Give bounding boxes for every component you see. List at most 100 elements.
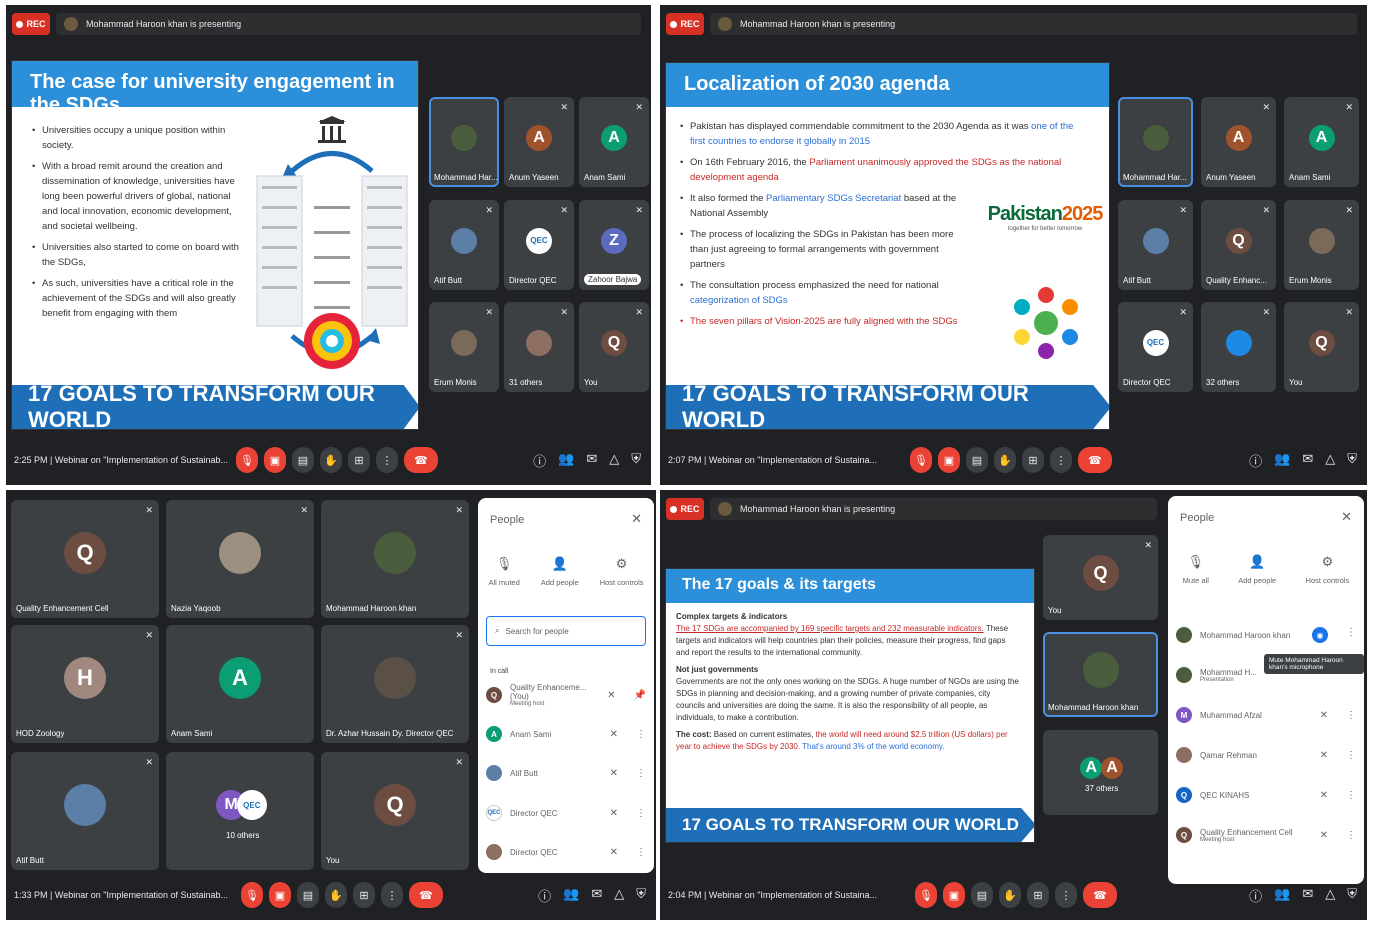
close-icon[interactable]: ✕ bbox=[631, 511, 642, 527]
raise-hand-button[interactable]: ✋ bbox=[320, 447, 342, 473]
camera-off-button[interactable]: ▣ bbox=[938, 447, 960, 473]
more-icon[interactable]: ⋮ bbox=[636, 808, 646, 819]
host-controls-icon[interactable]: ⛨ bbox=[1347, 451, 1357, 470]
participant-tile[interactable]: ✕ 32 others bbox=[1201, 302, 1276, 392]
activities-icon[interactable]: △ bbox=[1325, 886, 1335, 905]
mic-off-button[interactable]: 🎙 bbox=[241, 882, 263, 908]
participant-row[interactable]: A Anam Sami ✕ ⋮ bbox=[486, 723, 646, 745]
participant-row[interactable]: QEC Director QEC ✕ ⋮ bbox=[486, 802, 646, 824]
participant-tile[interactable]: Mohammad Har... bbox=[429, 97, 499, 187]
present-button[interactable]: ⊞ bbox=[348, 447, 370, 473]
pin-icon[interactable]: 📌 bbox=[634, 690, 646, 701]
more-icon[interactable]: ⋮ bbox=[1346, 627, 1356, 643]
mute-all-button[interactable]: 🎙 Mute all bbox=[1183, 554, 1209, 585]
activities-icon[interactable]: △ bbox=[614, 886, 624, 905]
presenting-banner[interactable]: Mohammad Haroon khan is presenting bbox=[710, 498, 1157, 520]
participant-tile[interactable]: ✕ Q You bbox=[1043, 535, 1158, 620]
participant-tile[interactable]: ✕ Q You bbox=[321, 752, 469, 870]
host-controls-icon[interactable]: ⛨ bbox=[631, 451, 641, 470]
participant-tile[interactable]: ✕ Atif Butt bbox=[429, 200, 499, 290]
participant-tile[interactable]: ✕ Erum Monis bbox=[429, 302, 499, 392]
captions-button[interactable]: ▤ bbox=[966, 447, 988, 473]
search-input[interactable]: ⌕ Search for people bbox=[486, 616, 646, 646]
mic-off-button[interactable]: 🎙 bbox=[236, 447, 258, 473]
audio-level-icon[interactable]: ◉ bbox=[1312, 627, 1328, 643]
mic-off-button[interactable]: 🎙 bbox=[915, 882, 937, 908]
leave-call-button[interactable]: ☎ bbox=[409, 882, 443, 908]
more-icon[interactable]: ⋮ bbox=[1346, 710, 1356, 721]
present-button[interactable]: ⊞ bbox=[1027, 882, 1049, 908]
participant-tile[interactable]: ✕ Z Zahoor Bajwa bbox=[579, 200, 649, 290]
participant-tile[interactable]: A A 37 others bbox=[1043, 730, 1158, 815]
camera-off-button[interactable]: ▣ bbox=[943, 882, 965, 908]
raise-hand-button[interactable]: ✋ bbox=[999, 882, 1021, 908]
leave-call-button[interactable]: ☎ bbox=[1083, 882, 1117, 908]
more-options-button[interactable]: ⋮ bbox=[1055, 882, 1077, 908]
chat-icon[interactable]: ✉ bbox=[1302, 886, 1313, 905]
participant-tile[interactable]: ✕ A Anam Sami bbox=[1284, 97, 1359, 187]
participant-tile[interactable]: ✕ Atif Butt bbox=[11, 752, 159, 870]
people-icon[interactable]: 👥 bbox=[1274, 451, 1290, 470]
chat-icon[interactable]: ✉ bbox=[1302, 451, 1313, 470]
info-icon[interactable]: ⓘ bbox=[533, 451, 546, 470]
more-icon[interactable]: ⋮ bbox=[636, 768, 646, 779]
presenting-banner[interactable]: Mohammad Haroon khan is presenting bbox=[56, 13, 641, 35]
participant-row[interactable]: Q Quality Enhancement Cell Meeting host ✕ ⋮ bbox=[1176, 824, 1356, 846]
more-icon[interactable]: ⋮ bbox=[1346, 830, 1356, 841]
participant-tile[interactable]: A Anam Sami bbox=[166, 625, 314, 743]
participant-row[interactable]: Mohammad Haroon khan ◉ ⋮ bbox=[1176, 624, 1356, 646]
host-controls-button[interactable]: ⚙ Host controls bbox=[1306, 554, 1350, 585]
participant-tile[interactable]: ✕ A Anum Yaseen bbox=[1201, 97, 1276, 187]
present-button[interactable]: ⊞ bbox=[1022, 447, 1044, 473]
participant-row[interactable]: M Muhammad Afzal ✕ ⋮ bbox=[1176, 704, 1356, 726]
participant-row[interactable]: Qamar Rehman ✕ ⋮ bbox=[1176, 744, 1356, 766]
camera-off-button[interactable]: ▣ bbox=[264, 447, 286, 473]
raise-hand-button[interactable]: ✋ bbox=[325, 882, 347, 908]
participant-tile[interactable]: ✕ A Anam Sami bbox=[579, 97, 649, 187]
leave-call-button[interactable]: ☎ bbox=[404, 447, 438, 473]
more-icon[interactable]: ⋮ bbox=[1346, 790, 1356, 801]
captions-button[interactable]: ▤ bbox=[297, 882, 319, 908]
people-icon[interactable]: 👥 bbox=[1274, 886, 1290, 905]
participant-tile[interactable]: ✕ Q You bbox=[579, 302, 649, 392]
people-icon[interactable]: 👥 bbox=[563, 886, 579, 905]
raise-hand-button[interactable]: ✋ bbox=[994, 447, 1016, 473]
host-controls-icon[interactable]: ⛨ bbox=[1347, 886, 1357, 905]
participant-tile[interactable]: ✕ H HOD Zoology bbox=[11, 625, 159, 743]
participant-tile[interactable]: ✕ Erum Monis bbox=[1284, 200, 1359, 290]
more-options-button[interactable]: ⋮ bbox=[376, 447, 398, 473]
more-icon[interactable]: ⋮ bbox=[636, 729, 646, 740]
participant-tile[interactable]: Mohammad Har... bbox=[1118, 97, 1193, 187]
participant-tile[interactable]: ✕ Dr. Azhar Hussain Dy. Director QEC bbox=[321, 625, 469, 743]
participant-tile[interactable]: ✕ Q Quality Enhancement Cell bbox=[11, 500, 159, 618]
more-icon[interactable]: ⋮ bbox=[1346, 750, 1356, 761]
participant-tile[interactable]: ✕ Q You bbox=[1284, 302, 1359, 392]
info-icon[interactable]: ⓘ bbox=[1249, 886, 1262, 905]
info-icon[interactable]: ⓘ bbox=[1249, 451, 1262, 470]
participant-row[interactable]: Director QEC ✕ ⋮ bbox=[486, 841, 646, 863]
participant-tile[interactable]: ✕ Mohammad Haroon khan bbox=[321, 500, 469, 618]
captions-button[interactable]: ▤ bbox=[971, 882, 993, 908]
add-people-button[interactable]: 👤 Add people bbox=[1238, 554, 1276, 585]
close-icon[interactable]: ✕ bbox=[1341, 509, 1352, 525]
participant-tile[interactable]: ✕ QEC Director QEC bbox=[1118, 302, 1193, 392]
captions-button[interactable]: ▤ bbox=[292, 447, 314, 473]
participant-row[interactable]: Atif Butt ✕ ⋮ bbox=[486, 762, 646, 784]
more-options-button[interactable]: ⋮ bbox=[381, 882, 403, 908]
present-button[interactable]: ⊞ bbox=[353, 882, 375, 908]
more-icon[interactable]: ⋮ bbox=[636, 847, 646, 858]
participant-tile[interactable]: ✕ Q Quality Enhanc... bbox=[1201, 200, 1276, 290]
people-icon[interactable]: 👥 bbox=[558, 451, 574, 470]
mic-off-button[interactable]: 🎙 bbox=[910, 447, 932, 473]
participant-tile[interactable]: M QEC 10 others bbox=[166, 752, 314, 870]
more-options-button[interactable]: ⋮ bbox=[1050, 447, 1072, 473]
participant-tile[interactable]: ✕ Atif Butt bbox=[1118, 200, 1193, 290]
chat-icon[interactable]: ✉ bbox=[586, 451, 597, 470]
participant-tile[interactable]: Mohammad Haroon khan bbox=[1043, 632, 1158, 717]
participant-tile[interactable]: ✕ 31 others bbox=[504, 302, 574, 392]
info-icon[interactable]: ⓘ bbox=[538, 886, 551, 905]
participant-tile[interactable]: ✕ Nazia Yaqoob bbox=[166, 500, 314, 618]
host-controls-icon[interactable]: ⛨ bbox=[636, 886, 646, 905]
participant-row[interactable]: Q Quality Enhanceme... (You) Meeting host ✕… bbox=[486, 683, 646, 707]
chat-icon[interactable]: ✉ bbox=[591, 886, 602, 905]
